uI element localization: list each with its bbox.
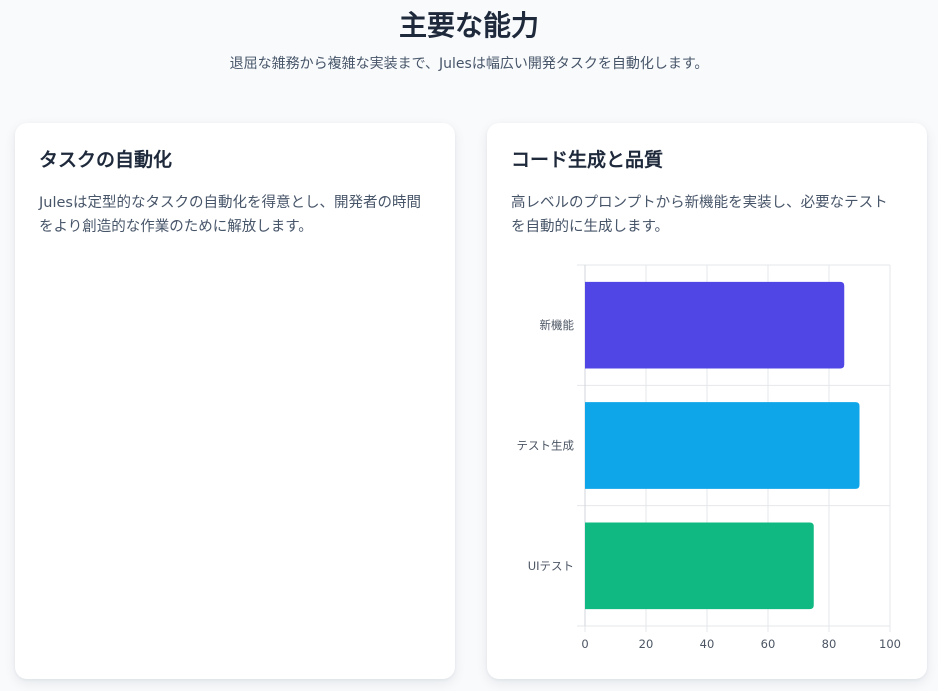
x-tick-label: 80 xyxy=(822,637,837,651)
x-tick-label: 40 xyxy=(700,637,715,651)
page-subtitle: 退屈な雑務から複雑な実装まで、Julesは幅広い開発タスクを自動化します。 xyxy=(229,56,709,72)
bar xyxy=(585,281,845,369)
card-description: 高レベルのプロンプトから新機能を実装し、必要なテストを自動的に生成します。 xyxy=(511,195,888,235)
page-title: 主要な能力 xyxy=(398,9,539,42)
bar xyxy=(585,402,860,489)
capability-card-code-generation: コード生成と品質 高レベルのプロンプトから新機能を実装し、必要なテストを自動的に… xyxy=(487,123,927,679)
card-title: タスクの自動化 xyxy=(39,149,173,171)
x-tick-label: 60 xyxy=(761,637,776,651)
y-tick-label: UIテスト xyxy=(528,559,574,573)
y-tick-label: 新機能 xyxy=(540,318,575,332)
x-tick-label: 0 xyxy=(581,637,588,651)
y-tick-label: テスト生成 xyxy=(517,439,575,453)
chart-container: 新機能テスト生成 UIテスト 0 20 40 60 80 100 xyxy=(487,253,927,653)
page-header: 主要な能力 退屈な雑務から複雑な実装まで、Julesは幅広い開発タスクを自動化し… xyxy=(0,0,938,74)
card-description: Julesは定型的なタスクの自動化を得意とし、開発者の時間をより創造的な作業のた… xyxy=(39,195,421,235)
capability-card-task-automation: タスクの自動化 Julesは定型的なタスクの自動化を得意とし、開発者の時間をより… xyxy=(15,123,455,679)
card-title: コード生成と品質 xyxy=(511,149,664,171)
x-tick-label: 20 xyxy=(639,637,654,651)
bar-chart: 新機能テスト生成 UIテスト 0 20 40 60 80 100 xyxy=(517,264,901,651)
x-tick-label: 100 xyxy=(879,637,901,651)
bar xyxy=(585,522,814,610)
